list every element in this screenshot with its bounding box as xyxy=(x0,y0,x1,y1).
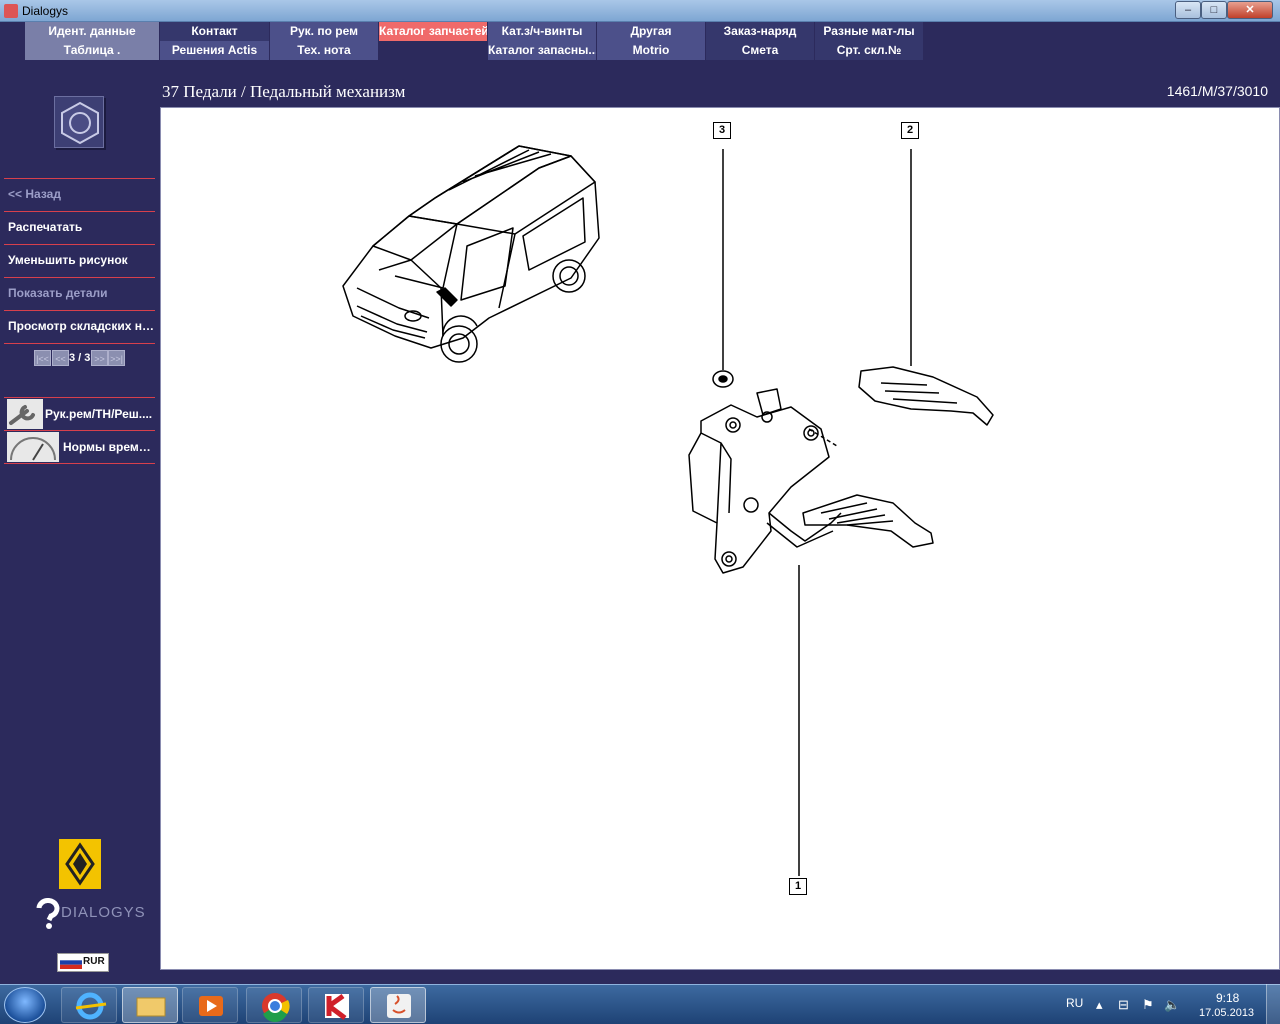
chrome-icon[interactable] xyxy=(246,987,302,1023)
ie-icon[interactable] xyxy=(61,987,117,1023)
minimize-button[interactable]: – xyxy=(1175,1,1201,19)
volume-icon[interactable]: 🔈 xyxy=(1164,997,1180,1013)
close-button[interactable]: ✕ xyxy=(1227,1,1273,19)
language-indicator[interactable]: RU xyxy=(1066,996,1083,1010)
sidebar-divider xyxy=(4,277,155,278)
pager-first-button[interactable]: |<< xyxy=(34,350,51,366)
tab-ident-data[interactable]: Идент. данные xyxy=(25,22,159,41)
tab-motrio[interactable]: Motrio xyxy=(597,41,705,60)
time-norms-link[interactable]: Нормы време... xyxy=(63,440,155,454)
action-center-flag-icon[interactable]: ⚑ xyxy=(1142,997,1154,1013)
pager-status: 3 / 3 xyxy=(69,352,91,364)
tab-parts-screws[interactable]: Кат.з/ч-винты xyxy=(488,22,596,41)
java-icon[interactable] xyxy=(370,987,426,1023)
callout-3[interactable]: 3 xyxy=(713,122,731,139)
currency-selector[interactable]: RUR xyxy=(57,953,109,972)
callout-1[interactable]: 1 xyxy=(789,878,807,895)
sidebar-divider xyxy=(4,430,155,431)
sidebar-divider xyxy=(4,343,155,344)
app-icon xyxy=(4,4,18,18)
parts-diagram: 3 2 1 xyxy=(160,107,1280,970)
kaspersky-icon[interactable] xyxy=(308,987,364,1023)
renault-logo-icon xyxy=(59,839,101,889)
sidebar-divider xyxy=(4,310,155,311)
nut-logo-icon xyxy=(54,96,104,148)
tab-estimate[interactable]: Смета xyxy=(706,41,814,60)
show-details-link[interactable]: Показать детали xyxy=(8,286,154,300)
clock-date[interactable]: 17.05.2013 xyxy=(1199,1007,1254,1019)
media-icon[interactable] xyxy=(182,987,238,1023)
tab-tech-note[interactable]: Тех. нота xyxy=(270,41,378,60)
pedal-assembly-illustration xyxy=(688,366,994,574)
sidebar-divider xyxy=(4,397,155,398)
tab-other[interactable]: Другая xyxy=(597,22,705,41)
pager-last-button[interactable]: >>| xyxy=(108,350,125,366)
tab-stock-number[interactable]: Срт. скл.№ xyxy=(815,41,923,60)
tab-actis-solutions[interactable]: Решения Actis xyxy=(160,41,269,60)
tab-spare-catalog[interactable]: Каталог запасны... xyxy=(488,41,596,60)
sidebar-divider xyxy=(4,178,155,179)
pager-prev-button[interactable]: << xyxy=(52,350,69,366)
tab-repair-manual[interactable]: Рук. по рем xyxy=(270,22,378,41)
dialogys-wordmark: DIALOGYS xyxy=(61,904,146,921)
tray-expand-icon[interactable]: ▴ xyxy=(1096,997,1103,1013)
window-title: Dialogys xyxy=(22,4,69,18)
shrink-image-link[interactable]: Уменьшить рисунок xyxy=(8,253,154,267)
page-title: 37 Педали / Педальный механизм xyxy=(162,82,406,101)
sidebar-divider xyxy=(4,211,155,212)
taskbar: RU 9:18 17.05.2013 xyxy=(0,984,1280,1024)
window-titlebar: Dialogys – □ ✕ xyxy=(0,0,1280,22)
folder-icon[interactable] xyxy=(122,987,178,1023)
callout-2[interactable]: 2 xyxy=(901,122,919,139)
back-link[interactable]: << Назад xyxy=(8,187,154,201)
start-button[interactable] xyxy=(4,987,46,1023)
clock-time[interactable]: 9:18 xyxy=(1216,991,1239,1005)
tab-misc-materials[interactable]: Разные мат-лы xyxy=(815,22,923,41)
tab-contact[interactable]: Контакт xyxy=(160,22,269,41)
document-code: 1461/M/37/3010 xyxy=(1166,83,1268,99)
tab-work-order[interactable]: Заказ-наряд xyxy=(706,22,814,41)
repair-docs-link[interactable]: Рук.рем/ТН/Реш.... xyxy=(45,407,155,421)
sidebar-divider xyxy=(4,463,155,464)
currency-code: RUR xyxy=(83,956,105,967)
pager-next-button[interactable]: >> xyxy=(91,350,108,366)
maximize-button[interactable]: □ xyxy=(1201,1,1227,19)
sidebar-divider xyxy=(4,244,155,245)
show-desktop-button[interactable] xyxy=(1266,984,1280,1024)
tab-table[interactable]: Таблица . xyxy=(25,41,159,60)
gauge-icon[interactable] xyxy=(7,432,59,462)
wrench-icon[interactable] xyxy=(7,399,43,429)
network-icon[interactable]: ⊟ xyxy=(1118,997,1129,1013)
russia-flag-icon xyxy=(60,956,82,969)
stock-view-link[interactable]: Просмотр складских но... xyxy=(8,319,154,333)
print-link[interactable]: Распечатать xyxy=(8,220,154,234)
tab-parts-catalog[interactable]: Каталог запчастей xyxy=(379,22,487,41)
